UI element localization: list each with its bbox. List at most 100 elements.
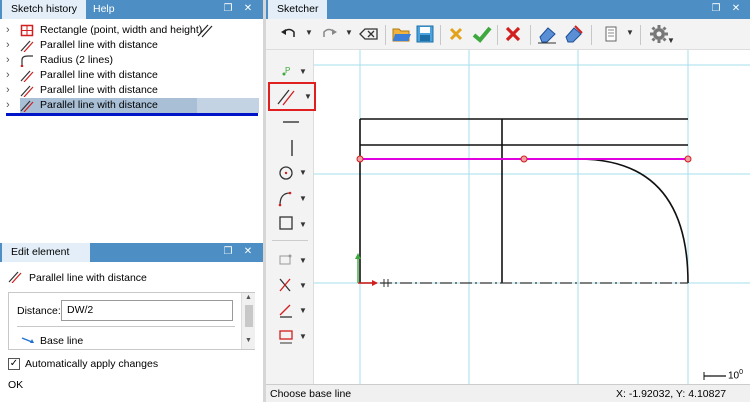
undo-icon bbox=[281, 28, 295, 37]
coordinate-readout: X: -1.92032, Y: 4.10827 bbox=[616, 388, 727, 400]
line-midpoint[interactable] bbox=[520, 155, 528, 163]
snap-tool-dropdown[interactable]: ▼ bbox=[299, 256, 307, 266]
chevron-right-icon[interactable]: › bbox=[6, 23, 14, 38]
dimension-tool-dropdown[interactable]: ▼ bbox=[299, 332, 307, 342]
svg-text:P: P bbox=[285, 66, 290, 75]
checkmark-icon bbox=[472, 26, 492, 43]
dimension-icon bbox=[279, 330, 293, 344]
history-item[interactable]: › Parallel line with distance bbox=[0, 68, 263, 83]
undo-dropdown[interactable]: ▼ bbox=[305, 28, 313, 38]
settings-dropdown[interactable]: ▼ bbox=[667, 36, 675, 46]
parallel-line-icon bbox=[20, 84, 34, 98]
chevron-right-icon[interactable]: › bbox=[6, 98, 14, 113]
chevron-right-icon[interactable]: › bbox=[6, 83, 14, 98]
status-text: Choose base line bbox=[270, 388, 352, 400]
sketch-rectangle[interactable] bbox=[359, 118, 688, 283]
history-item-label: Parallel line with distance bbox=[40, 39, 158, 51]
sketcher-tab-bar: Sketcher ❐ ✕ bbox=[266, 0, 750, 19]
history-tree: › Rectangle (point, width and height) › … bbox=[0, 19, 263, 239]
distance-input[interactable]: DW/2 bbox=[61, 300, 233, 321]
tab-sketcher[interactable]: Sketcher bbox=[268, 0, 328, 19]
scroll-up-icon[interactable]: ▲ bbox=[245, 294, 252, 301]
history-item-selected[interactable]: › Parallel line with distance bbox=[0, 98, 263, 113]
parallel-line-icon bbox=[8, 270, 22, 286]
eraser-icon bbox=[538, 27, 556, 44]
toolbar-separator bbox=[385, 25, 386, 45]
toolbar-separator bbox=[591, 25, 592, 45]
rectangle-icon bbox=[20, 24, 34, 37]
restore-icon[interactable]: ❐ bbox=[222, 246, 234, 258]
point-tool-dropdown[interactable]: ▼ bbox=[299, 67, 307, 77]
base-line-label[interactable]: Base line bbox=[40, 335, 83, 347]
scroll-down-icon[interactable]: ▼ bbox=[245, 337, 252, 344]
extend-tool-dropdown[interactable]: ▼ bbox=[299, 306, 307, 316]
sketch-canvas[interactable] bbox=[314, 50, 750, 384]
parallel-lines-icon bbox=[277, 89, 295, 106]
restore-icon[interactable]: ❐ bbox=[222, 3, 234, 15]
history-item[interactable]: › Parallel line with distance bbox=[0, 38, 263, 53]
toolbar-separator bbox=[530, 25, 531, 45]
chevron-right-icon[interactable]: › bbox=[6, 53, 14, 68]
horizontal-line-button[interactable] bbox=[270, 112, 310, 136]
open-button[interactable] bbox=[390, 23, 412, 45]
close-icon[interactable]: ✕ bbox=[242, 246, 254, 258]
history-item[interactable]: › Parallel line with distance bbox=[0, 83, 263, 98]
toolbar-separator bbox=[497, 25, 498, 45]
parallel-line-icon bbox=[20, 39, 34, 53]
toolbar-separator bbox=[640, 25, 641, 45]
auto-apply-checkbox[interactable]: ✓ bbox=[8, 358, 20, 370]
history-item-label: Radius (2 lines) bbox=[40, 54, 113, 66]
close-sketch-button[interactable] bbox=[502, 23, 524, 45]
circle-tool-dropdown[interactable]: ▼ bbox=[299, 168, 307, 178]
layers-button[interactable] bbox=[601, 23, 623, 45]
line-endpoint[interactable] bbox=[684, 155, 692, 163]
clear-icon bbox=[359, 28, 378, 40]
close-icon bbox=[505, 26, 521, 42]
circle-icon bbox=[279, 166, 293, 180]
eraser-all-button[interactable] bbox=[562, 23, 584, 45]
parallel-line-tool-button[interactable]: ▼ bbox=[268, 82, 316, 111]
folder-open-icon bbox=[392, 28, 411, 42]
chevron-right-icon[interactable]: › bbox=[6, 38, 14, 53]
close-icon[interactable]: ✕ bbox=[730, 3, 742, 15]
arc-tool-dropdown[interactable]: ▼ bbox=[299, 194, 307, 204]
trim-tool-dropdown[interactable]: ▼ bbox=[299, 281, 307, 291]
redo-button[interactable] bbox=[318, 23, 340, 45]
save-button[interactable] bbox=[414, 23, 436, 45]
eraser-all-icon bbox=[565, 25, 583, 43]
parallel-line-dropdown[interactable]: ▼ bbox=[304, 92, 312, 101]
scrollbar[interactable]: ▲ ▼ bbox=[241, 293, 255, 349]
undo-button[interactable] bbox=[278, 23, 300, 45]
tab-sketch-history[interactable]: Sketch history bbox=[2, 0, 86, 19]
divider bbox=[17, 326, 235, 327]
eraser-button[interactable] bbox=[536, 23, 558, 45]
history-item-label: Parallel line with distance bbox=[40, 84, 158, 96]
tab-edit-element[interactable]: Edit element bbox=[2, 243, 90, 262]
restore-icon[interactable]: ❐ bbox=[710, 3, 722, 15]
vertical-line-icon bbox=[291, 140, 293, 156]
line-endpoint[interactable] bbox=[356, 155, 364, 163]
trim-icon bbox=[279, 278, 291, 292]
chevron-right-icon[interactable]: › bbox=[6, 68, 14, 83]
history-item[interactable]: › Radius (2 lines) bbox=[0, 53, 263, 68]
history-item-label: Parallel line with distance bbox=[40, 69, 158, 81]
redo-dropdown[interactable]: ▼ bbox=[345, 28, 353, 38]
cancel-element-button[interactable] bbox=[445, 23, 467, 45]
clear-button[interactable] bbox=[358, 23, 380, 45]
cancel-icon bbox=[449, 27, 463, 41]
history-item-label: Parallel line with distance bbox=[40, 99, 158, 111]
accept-button[interactable] bbox=[471, 23, 493, 45]
tab-help[interactable]: Help bbox=[84, 0, 124, 19]
extend-icon bbox=[279, 304, 292, 318]
save-icon bbox=[416, 25, 434, 43]
vertical-line-button[interactable] bbox=[270, 136, 310, 160]
rectangle-icon bbox=[279, 216, 293, 230]
point-icon: P bbox=[282, 66, 290, 76]
close-icon[interactable]: ✕ bbox=[242, 3, 254, 15]
rectangle-tool-dropdown[interactable]: ▼ bbox=[299, 220, 307, 230]
layers-dropdown[interactable]: ▼ bbox=[626, 28, 634, 38]
radius-arc[interactable] bbox=[577, 158, 689, 284]
scroll-thumb[interactable] bbox=[245, 305, 253, 327]
distance-label: Distance: bbox=[17, 305, 61, 317]
history-item[interactable]: › Rectangle (point, width and height) bbox=[0, 23, 263, 38]
